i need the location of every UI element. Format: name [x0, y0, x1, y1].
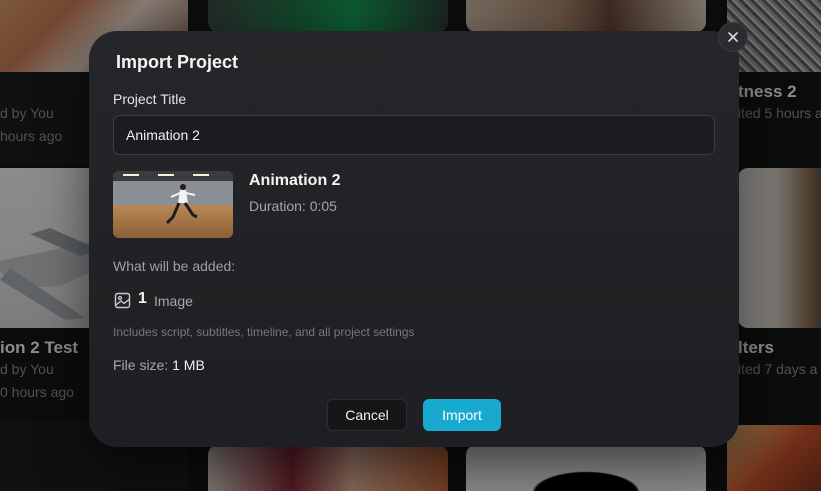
dialog-title: Import Project — [116, 52, 239, 72]
project-preview-thumbnail — [113, 171, 233, 238]
project-name: Animation 2 — [249, 172, 341, 189]
added-items-label: What will be added: — [113, 258, 236, 274]
image-count-label: Image — [154, 293, 193, 309]
file-size-label: File size: — [113, 357, 173, 373]
close-icon — [728, 32, 738, 42]
project-duration: Duration: 0:05 — [249, 198, 337, 214]
project-title-label: Project Title — [113, 91, 187, 107]
file-size-value: 1 MB — [172, 357, 205, 373]
project-title-input[interactable] — [113, 115, 715, 155]
import-project-dialog: Import Project Project Title Animation 2… — [89, 31, 739, 447]
import-button[interactable]: Import — [423, 399, 501, 431]
includes-note: Includes script, subtitles, timeline, an… — [113, 325, 415, 339]
close-button[interactable] — [718, 22, 748, 52]
image-count: 1 — [138, 290, 147, 307]
cancel-button[interactable]: Cancel — [327, 399, 407, 431]
file-size: File size: 1 MB — [113, 357, 205, 373]
image-icon — [114, 292, 131, 309]
